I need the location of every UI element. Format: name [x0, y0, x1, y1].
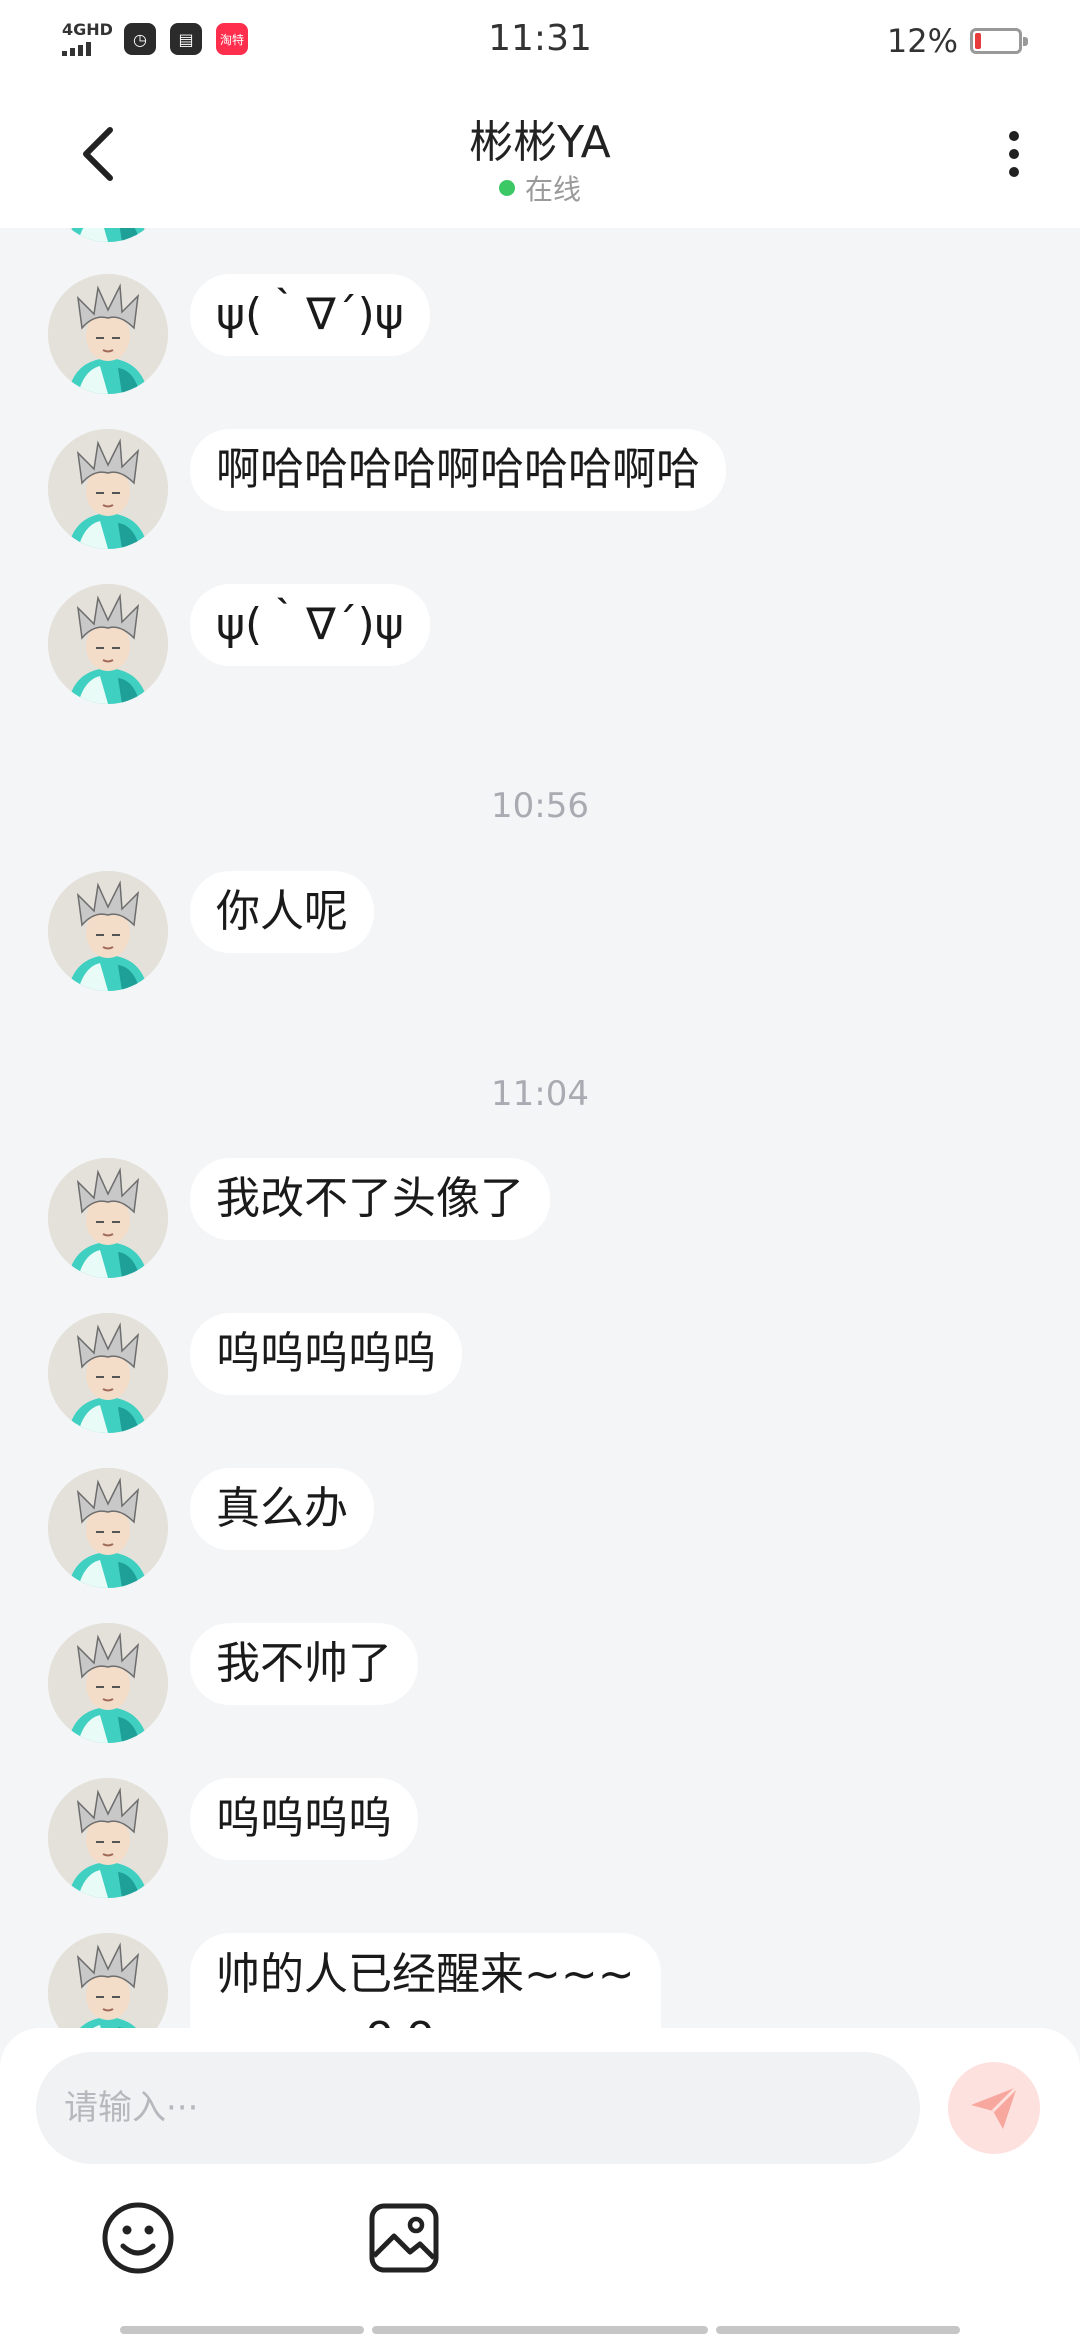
timestamp-divider: 11:04: [491, 1074, 589, 1114]
more-vertical-icon: [1009, 131, 1019, 141]
message-bubble[interactable]: 帅的人已经醒来~~~ o o: [190, 1933, 661, 2028]
avatar[interactable]: [48, 1623, 168, 1743]
avatar[interactable]: [48, 1468, 168, 1588]
contact-name[interactable]: 彬彬YA: [0, 106, 1080, 170]
message-bubble[interactable]: 啊哈哈哈哈啊哈哈哈啊哈: [190, 429, 726, 511]
message-bubble[interactable]: ψ(｀∇´)ψ: [190, 274, 430, 356]
status-right: 12%: [886, 22, 1028, 60]
message-bubble[interactable]: 你人呢: [190, 871, 374, 953]
online-dot-icon: [498, 180, 515, 196]
status-bar: 4GHD ◷ ▤ 淘特 11:31 12%: [0, 0, 1080, 84]
send-button[interactable]: [948, 2062, 1040, 2154]
message-list[interactable]: ψ(｀∇´)ψ 啊哈哈哈哈啊哈哈哈啊哈 ψ(｀∇´)ψ 10:56 你人呢 11…: [0, 228, 1080, 2028]
avatar[interactable]: [48, 871, 168, 991]
avatar[interactable]: [48, 274, 168, 394]
message-row: 我改不了头像了: [48, 1158, 550, 1278]
avatar[interactable]: [48, 429, 168, 549]
message-bubble[interactable]: 我不帅了: [190, 1623, 418, 1705]
message-input[interactable]: [36, 2052, 920, 2164]
message-row: 呜呜呜呜: [48, 1778, 418, 1898]
message-text-continuation: o o: [216, 2003, 635, 2028]
message-bubble[interactable]: ψ(｀∇´)ψ: [190, 584, 430, 666]
avatar[interactable]: [48, 1313, 168, 1433]
message-bubble[interactable]: 呜呜呜呜呜: [190, 1313, 462, 1395]
image-button[interactable]: [364, 2198, 444, 2278]
avatar[interactable]: [48, 584, 168, 704]
chat-header: 彬彬YA 在线: [0, 84, 1080, 228]
message-row: 真么办: [48, 1468, 374, 1588]
avatar[interactable]: [48, 1933, 168, 2028]
message-bubble[interactable]: 真么办: [190, 1468, 374, 1550]
emoji-icon: [102, 2202, 174, 2274]
message-row: 帅的人已经醒来~~~ o o: [48, 1933, 661, 2028]
avatar[interactable]: [48, 228, 168, 242]
timestamp-divider: 10:56: [491, 786, 589, 826]
home-indicator[interactable]: [372, 2326, 708, 2334]
nav-bar-segment: [716, 2326, 960, 2334]
message-bubble[interactable]: 呜呜呜呜: [190, 1778, 418, 1860]
message-row: 啊哈哈哈哈啊哈哈哈啊哈: [48, 429, 726, 549]
input-panel: [0, 2028, 1080, 2340]
message-text: 帅的人已经醒来~~~: [216, 1949, 635, 2000]
battery-icon: [970, 28, 1028, 54]
image-icon: [369, 2203, 439, 2273]
avatar[interactable]: [48, 1158, 168, 1278]
message-row: [48, 228, 168, 242]
battery-percent: 12%: [886, 22, 958, 60]
online-status-text: 在线: [524, 173, 581, 206]
avatar[interactable]: [48, 1778, 168, 1898]
message-row: 呜呜呜呜呜: [48, 1313, 462, 1433]
paper-plane-icon: [971, 2085, 1019, 2129]
message-row: ψ(｀∇´)ψ: [48, 274, 430, 394]
emoji-button[interactable]: [98, 2198, 178, 2278]
nav-bar-segment: [120, 2326, 364, 2334]
message-row: 我不帅了: [48, 1623, 418, 1743]
more-options-button[interactable]: [974, 114, 1054, 194]
message-row: ψ(｀∇´)ψ: [48, 584, 430, 704]
online-status: 在线: [0, 168, 1080, 208]
message-row: 你人呢: [48, 871, 374, 991]
message-bubble[interactable]: 我改不了头像了: [190, 1158, 550, 1240]
